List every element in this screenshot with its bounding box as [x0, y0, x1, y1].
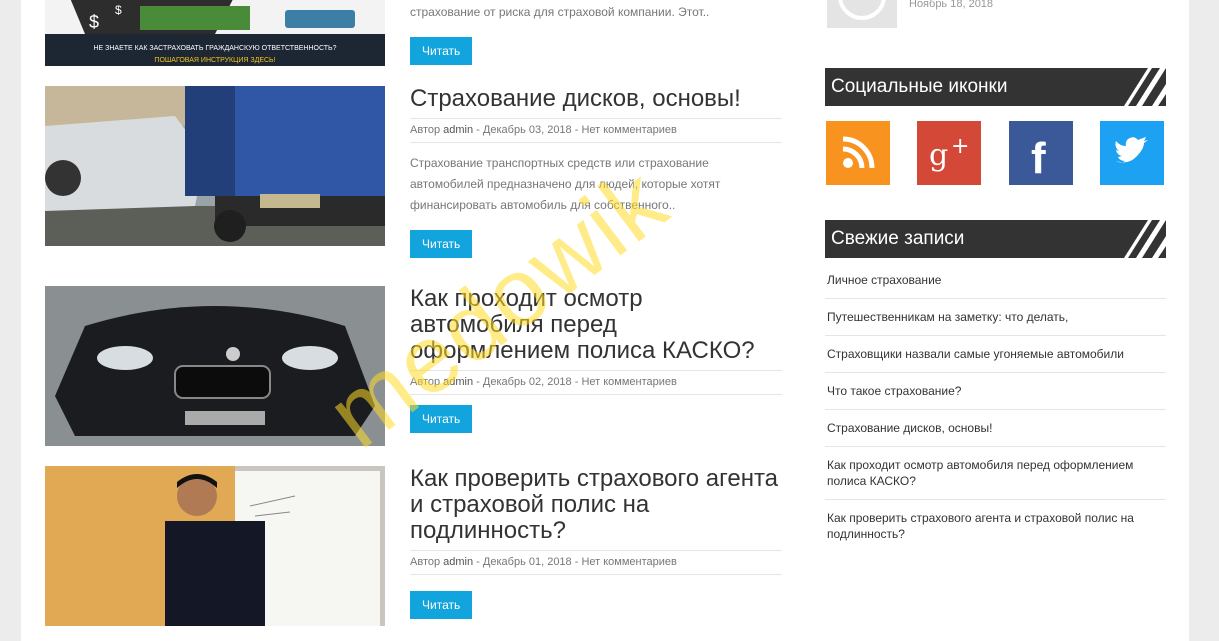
post-excerpt: страхование от риска для страховой компа… [410, 5, 710, 19]
post-date: Декабрь 02, 2018 [482, 376, 572, 388]
facebook-icon[interactable]: f [1009, 121, 1073, 185]
post-comments[interactable]: Нет комментариев [581, 556, 676, 568]
recent-post-link[interactable]: Страховщики назвали самые угоняемые авто… [825, 336, 1166, 373]
post-title[interactable]: Страхование дисков, основы! [410, 86, 782, 112]
post-thumbnail[interactable] [45, 466, 385, 626]
post-date: Ноябрь 18, 2018 [909, 0, 994, 10]
recent-post-link[interactable]: Личное страхование [825, 262, 1166, 299]
svg-text:f: f [1031, 134, 1046, 183]
page: $ $ НЕ ЗНАЕТЕ КАК ЗАСТРАХОВАТЬ ГРАЖДАНСК… [21, 0, 1189, 641]
recent-post-link[interactable]: Как проходит осмотр автомобиля перед офо… [825, 447, 1166, 500]
recent-post-link[interactable]: Как проверить страхового агента и страхо… [825, 500, 1166, 552]
post-date: Декабрь 01, 2018 [482, 556, 572, 568]
post-excerpt: Страхование транспортных средств или стр… [410, 156, 721, 212]
thumb-caption-1: НЕ ЗНАЕТЕ КАК ЗАСТРАХОВАТЬ ГРАЖДАНСКУЮ О… [93, 45, 336, 52]
twitter-icon[interactable] [1100, 121, 1164, 185]
post-thumbnail[interactable] [45, 86, 385, 246]
post-date: Декабрь 03, 2018 [482, 124, 572, 136]
recent-post-link[interactable]: Путешественникам на заметку: что делать, [825, 299, 1166, 336]
post-meta: Автор admin - Декабрь 01, 2018 - Нет ком… [410, 550, 782, 575]
recent-posts-list: Личное страхование Путешественникам на з… [825, 262, 1166, 552]
thumb-caption-2: ПОШАГОВАЯ ИНСТРУКЦИЯ ЗДЕСЬ! [154, 57, 275, 64]
svg-text:$: $ [89, 12, 99, 32]
read-more-button[interactable]: Читать [410, 37, 473, 65]
post-meta: Автор admin - Декабрь 03, 2018 - Нет ком… [410, 118, 782, 143]
post-title[interactable]: Как проверить страхового агента и страхо… [410, 466, 782, 544]
svg-text:g: g [929, 138, 948, 173]
post-author-link[interactable]: admin [443, 376, 473, 388]
social-icons: g + f [826, 121, 1166, 185]
rss-icon[interactable] [826, 121, 890, 185]
widget-title-recent: Свежие записи [825, 220, 1166, 258]
recent-post-link[interactable]: Страхование дисков, основы! [825, 410, 1166, 447]
read-more-button[interactable]: Читать [410, 405, 473, 433]
post-thumbnail[interactable]: $ $ НЕ ЗНАЕТЕ КАК ЗАСТРАХОВАТЬ ГРАЖДАНСК… [45, 0, 385, 66]
svg-text:$: $ [115, 3, 122, 17]
read-more-button[interactable]: Читать [410, 591, 473, 619]
recent-post-link[interactable]: Что такое страхование? [825, 373, 1166, 410]
post-author-link[interactable]: admin [443, 124, 473, 136]
post-title[interactable]: Как проходит осмотр автомобиля перед офо… [410, 286, 782, 364]
read-more-button[interactable]: Читать [410, 230, 473, 258]
google-plus-icon[interactable]: g + [917, 121, 981, 185]
post-author-link[interactable]: admin [443, 556, 473, 568]
avatar[interactable] [827, 0, 897, 28]
post-comments[interactable]: Нет комментариев [581, 376, 676, 388]
widget-title-social: Социальные иконки [825, 68, 1166, 106]
post-comments[interactable]: Нет комментариев [581, 124, 676, 136]
post-thumbnail[interactable] [45, 286, 385, 446]
svg-text:+: + [951, 134, 969, 159]
post-meta: Автор admin - Декабрь 02, 2018 - Нет ком… [410, 370, 782, 395]
